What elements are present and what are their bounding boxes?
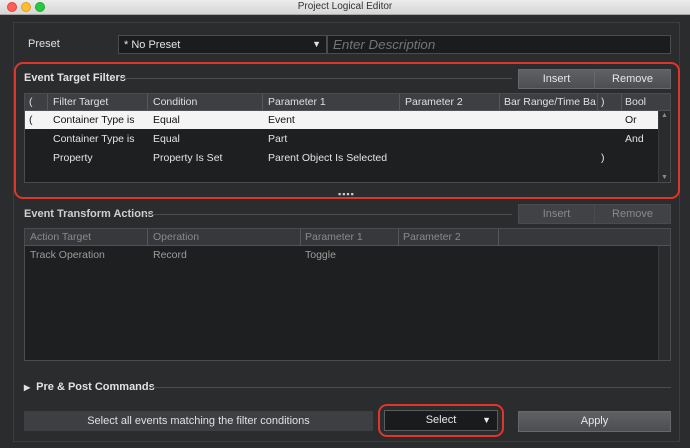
pre-post-label: Pre & Post Commands bbox=[36, 381, 155, 393]
actions-remove-button[interactable]: Remove bbox=[594, 204, 671, 224]
col-action-parameter-1[interactable]: Parameter 1 bbox=[305, 231, 363, 243]
col-action-target[interactable]: Action Target bbox=[30, 231, 91, 243]
col-operation[interactable]: Operation bbox=[153, 231, 199, 243]
highlight-select bbox=[378, 404, 504, 437]
pre-post-toggle[interactable]: ▶ Pre & Post Commands bbox=[24, 381, 155, 393]
title-bar: Project Logical Editor bbox=[0, 0, 690, 15]
actions-header: Action Target Operation Parameter 1 Para… bbox=[25, 229, 670, 246]
actions-scrollbar[interactable] bbox=[658, 246, 670, 360]
apply-button[interactable]: Apply bbox=[518, 411, 671, 432]
preset-dropdown[interactable]: * No Preset ▼ bbox=[118, 35, 327, 54]
highlight-filters bbox=[14, 62, 680, 199]
actions-heading: Event Transform Actions bbox=[24, 208, 154, 220]
actions-insert-button[interactable]: Insert bbox=[518, 204, 595, 224]
preset-value: * No Preset bbox=[124, 39, 181, 51]
table-row[interactable]: Track Operation Record Toggle bbox=[25, 246, 658, 264]
preset-label: Preset bbox=[28, 38, 60, 50]
actions-table: Action Target Operation Parameter 1 Para… bbox=[24, 228, 671, 361]
description-input[interactable] bbox=[327, 35, 671, 54]
cell: Track Operation bbox=[30, 249, 105, 261]
function-description: Select all events matching the filter co… bbox=[24, 411, 373, 431]
disclosure-triangle-icon: ▶ bbox=[24, 383, 31, 392]
cell: Toggle bbox=[305, 249, 336, 261]
divider bbox=[144, 214, 512, 215]
cell: Record bbox=[153, 249, 187, 261]
window-title: Project Logical Editor bbox=[297, 1, 393, 12]
divider bbox=[150, 387, 671, 388]
col-action-parameter-2[interactable]: Parameter 2 bbox=[403, 231, 461, 243]
chevron-down-icon: ▼ bbox=[312, 39, 321, 49]
